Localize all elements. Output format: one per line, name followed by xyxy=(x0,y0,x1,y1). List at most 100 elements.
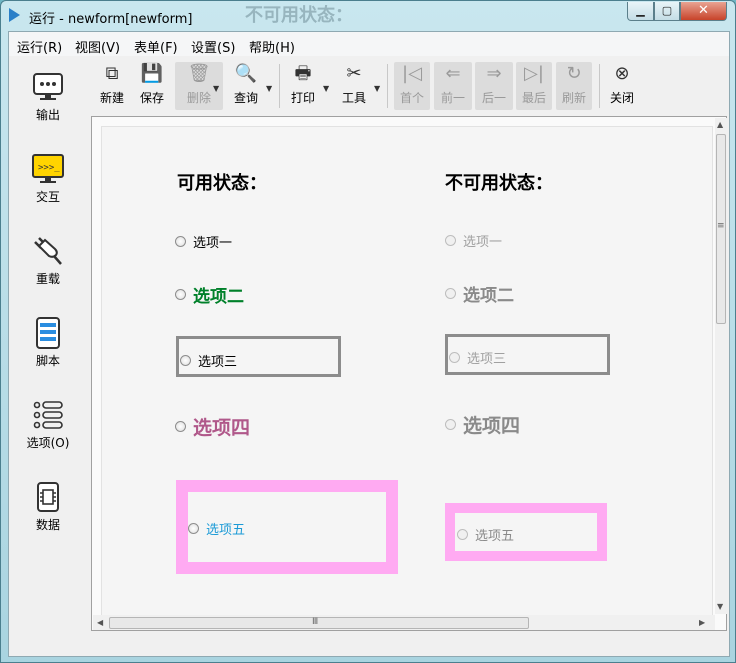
toolbar-separator xyxy=(387,64,388,108)
menu-settings[interactable]: 设置(S) xyxy=(191,37,235,56)
first-icon: |◁ xyxy=(402,63,422,84)
radio-icon[interactable] xyxy=(188,523,199,534)
maximize-button[interactable]: ▢ xyxy=(654,2,680,21)
monitor-icon xyxy=(31,70,65,104)
scroll-left-icon[interactable]: ◀ xyxy=(97,618,103,627)
tools-label: 工具 xyxy=(341,91,366,105)
radio-icon xyxy=(445,235,456,246)
sidebar-data[interactable]: 数据 xyxy=(23,480,73,533)
radio-icon[interactable] xyxy=(175,236,186,247)
ghost-title: 不可用状态： xyxy=(245,5,353,26)
option-label: 选项五 xyxy=(475,529,515,544)
radio-icon[interactable] xyxy=(175,289,186,300)
refresh-button[interactable]: ↻ 刷新 xyxy=(556,62,592,110)
enabled-heading: 可用状态： xyxy=(177,173,267,194)
last-label: 最后 xyxy=(521,91,546,105)
minimize-button[interactable]: ▁ xyxy=(627,2,654,21)
menu-form[interactable]: 表单(F) xyxy=(134,37,178,56)
sidebar-interact-label: 交互 xyxy=(35,190,60,204)
refresh-label: 刷新 xyxy=(561,91,586,105)
sidebar-output-label: 输出 xyxy=(35,108,60,122)
app-icon xyxy=(9,8,20,22)
client-area: 运行(R) 视图(V) 表单(F) 设置(S) 帮助(H) 输出 >>>_ 交互… xyxy=(8,31,730,657)
first-record-button[interactable]: |◁ 首个 xyxy=(394,62,430,110)
menu-bar: 运行(R) 视图(V) 表单(F) 设置(S) 帮助(H) xyxy=(9,32,729,56)
option-label: 选项三 xyxy=(198,355,238,370)
sidebar-options[interactable]: 选项(O) xyxy=(23,398,73,451)
tools-icon: ✂ xyxy=(346,63,362,84)
new-label: 新建 xyxy=(99,91,124,105)
sidebar-options-label: 选项(O) xyxy=(26,436,70,450)
grip-icon: Ⅲ xyxy=(312,617,319,627)
vertical-scrollbar[interactable]: ▲ ≡ ▼ xyxy=(715,118,727,614)
refresh-icon: ↻ xyxy=(566,63,582,84)
prev-label: 前一 xyxy=(440,91,465,105)
scroll-down-icon[interactable]: ▼ xyxy=(717,602,723,611)
delete-dropdown-icon[interactable]: ▼ xyxy=(213,84,219,93)
first-label: 首个 xyxy=(399,91,424,105)
sidebar-script-label: 脚本 xyxy=(35,354,60,368)
option-label: 选项四 xyxy=(193,417,251,439)
next-label: 后一 xyxy=(481,91,506,105)
disabled-option-5: 选项五 xyxy=(457,525,514,544)
enabled-option-2[interactable]: 选项二 xyxy=(175,282,244,307)
title-bar[interactable]: 运行 - newform[newform] 不可用状态： ▁ ▢ ✕ xyxy=(1,1,735,31)
radio-icon xyxy=(449,352,460,363)
sidebar-output[interactable]: 输出 xyxy=(23,70,73,123)
enabled-option-1[interactable]: 选项一 xyxy=(175,232,232,251)
last-record-button[interactable]: ▷| 最后 xyxy=(516,62,552,110)
save-icon: 💾 xyxy=(140,63,164,84)
plug-icon xyxy=(31,234,65,268)
option-label: 选项一 xyxy=(193,236,233,251)
radio-icon[interactable] xyxy=(180,355,191,366)
next-record-button[interactable]: ⇒ 后一 xyxy=(475,62,513,110)
horizontal-scrollbar[interactable]: ◀ Ⅲ ▶ xyxy=(93,615,715,630)
toolbar-separator xyxy=(599,64,600,108)
new-button[interactable]: ⧉ 新建 xyxy=(95,62,129,110)
prev-record-button[interactable]: ⇐ 前一 xyxy=(434,62,472,110)
scroll-right-icon[interactable]: ▶ xyxy=(699,618,705,627)
option-label: 选项三 xyxy=(467,352,507,367)
enabled-option-4[interactable]: 选项四 xyxy=(175,413,250,440)
query-label: 查询 xyxy=(233,91,258,105)
last-icon: ▷| xyxy=(524,63,544,84)
window-title: 运行 - newform[newform] xyxy=(29,12,193,27)
close-label: 关闭 xyxy=(609,91,634,105)
enabled-option-5[interactable]: 选项五 xyxy=(188,519,245,538)
save-button[interactable]: 💾 保存 xyxy=(135,62,169,110)
printer-icon: 🖶 xyxy=(294,63,312,84)
tools-dropdown-icon[interactable]: ▼ xyxy=(374,84,380,93)
script-icon xyxy=(31,316,65,350)
new-icon: ⧉ xyxy=(105,63,119,84)
radio-icon xyxy=(457,529,468,540)
prev-icon: ⇐ xyxy=(445,63,461,84)
print-label: 打印 xyxy=(290,91,315,105)
query-dropdown-icon[interactable]: ▼ xyxy=(266,84,272,93)
trash-icon: 🗑 xyxy=(187,63,211,84)
print-button[interactable]: 🖶 打印 xyxy=(286,62,320,110)
query-button[interactable]: 🔍 查询 xyxy=(229,62,263,110)
close-icon: ⊗ xyxy=(614,63,630,84)
menu-view[interactable]: 视图(V) xyxy=(75,37,120,56)
radio-icon xyxy=(445,288,456,299)
print-dropdown-icon[interactable]: ▼ xyxy=(323,84,329,93)
radio-icon[interactable] xyxy=(175,421,186,432)
horizontal-scroll-thumb[interactable]: Ⅲ xyxy=(109,617,529,629)
option-label: 选项二 xyxy=(193,287,244,307)
sidebar-reload[interactable]: 重载 xyxy=(23,234,73,287)
sidebar-interact[interactable]: >>>_ 交互 xyxy=(23,152,73,205)
close-button[interactable]: ⊗ 关闭 xyxy=(605,62,639,110)
tools-button[interactable]: ✂ 工具 xyxy=(337,62,371,110)
vertical-scroll-thumb[interactable]: ≡ xyxy=(716,134,726,324)
sidebar-data-label: 数据 xyxy=(35,518,60,532)
app-window: 运行 - newform[newform] 不可用状态： ▁ ▢ ✕ 运行(R)… xyxy=(0,0,736,663)
scroll-up-icon[interactable]: ▲ xyxy=(717,120,723,129)
disabled-option-2: 选项二 xyxy=(445,281,514,306)
option-label: 选项四 xyxy=(463,415,521,437)
enabled-option-3[interactable]: 选项三 xyxy=(180,351,237,370)
sidebar-script[interactable]: 脚本 xyxy=(23,316,73,369)
close-window-button[interactable]: ✕ xyxy=(680,2,727,21)
disabled-heading: 不可用状态： xyxy=(445,173,553,194)
menu-help[interactable]: 帮助(H) xyxy=(249,37,295,56)
menu-run[interactable]: 运行(R) xyxy=(17,37,62,56)
